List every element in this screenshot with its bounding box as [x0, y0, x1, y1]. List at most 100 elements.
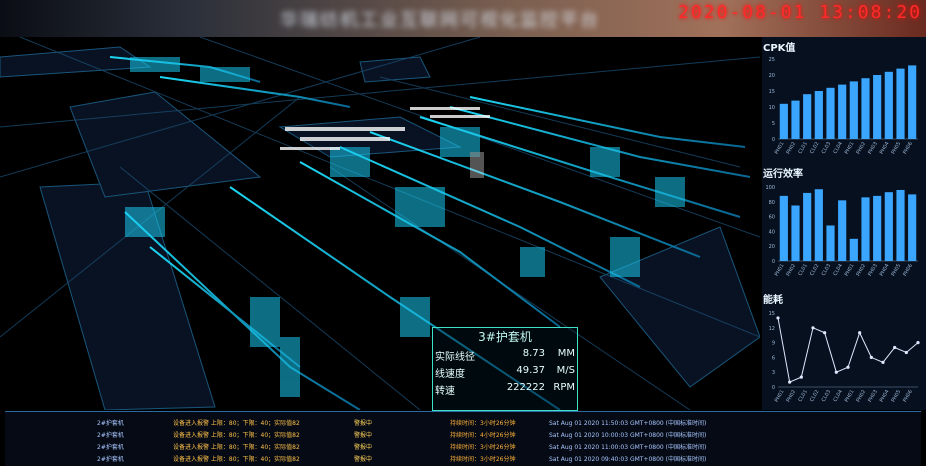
x-tick-label: PH01 [774, 141, 786, 155]
alarm-row[interactable]: 2#护套机 设备进入报警 上限：80；下限：40；实际值82 警报中 持续时间：… [5, 430, 921, 442]
alarm-duration: 持续时间：3小时26分钟 [450, 420, 516, 427]
bar [803, 94, 812, 139]
y-tick-label: 40 [769, 229, 775, 235]
efficiency-chart-title: 运行效率 [763, 169, 803, 180]
data-point [904, 350, 908, 355]
popup-unit: MM [557, 348, 575, 359]
x-tick-label: CL03 [821, 263, 833, 277]
x-tick-label: PH02 [785, 263, 797, 277]
alarm-status: 警报中 [354, 456, 373, 463]
y-tick-label: 25 [769, 57, 775, 63]
popup-label: 线速度 [435, 369, 465, 380]
alarm-status: 警报中 [354, 420, 373, 427]
popup-row-line-speed: 线速度 49.37 M/S [435, 365, 575, 380]
bar [849, 81, 858, 139]
y-tick-label: 6 [772, 355, 775, 361]
alarm-device: 2#护套机 [97, 444, 124, 451]
y-tick-label: 60 [769, 215, 775, 221]
alarm-message: 设备进入报警 上限：80；下限：40；实际值82 [173, 444, 300, 451]
bar [884, 192, 893, 261]
x-tick-label: PH03 [867, 389, 879, 403]
alarm-duration: 持续时间：3小时26分钟 [450, 456, 516, 463]
bar [861, 78, 870, 139]
y-tick-label: 15 [769, 89, 775, 95]
bar [791, 100, 800, 139]
x-tick-label: PH02 [785, 389, 797, 403]
bar [908, 65, 917, 139]
stats-panel: CPK值 0 5 10 15 20 25 PH01 PH02 CL01 CL02 CL03 CL04 P… [762, 37, 926, 410]
x-tick-label: CL04 [832, 389, 844, 403]
x-tick-label: PH06 [902, 389, 914, 403]
x-tick-label: CL01 [797, 389, 809, 403]
bar [908, 194, 917, 261]
bar [873, 75, 882, 139]
alarm-time: Sat Aug 01 2020 10:00:03 GMT+0800 (中国标准时… [549, 432, 707, 439]
bar [803, 192, 812, 261]
bar [826, 225, 835, 261]
alarm-duration: 持续时间：3小时26分钟 [450, 444, 516, 451]
alarm-device: 2#护套机 [97, 456, 124, 463]
data-point [881, 360, 885, 364]
popup-label: 实际线径 [435, 352, 475, 363]
bar [861, 197, 870, 261]
popup-row-wire-diameter: 实际线径 8.73 MM [435, 348, 575, 363]
y-tick-label: 0 [772, 259, 775, 265]
cpk-bar-chart: 0510152025PH01 PH02 CL01 CL02 CL03 CL04 PH01 PH… [769, 57, 918, 155]
alarm-device: 2#护套机 [97, 420, 124, 427]
data-point [869, 355, 873, 359]
alarm-device: 2#护套机 [97, 432, 124, 439]
bar [779, 195, 788, 261]
y-tick-label: 0 [772, 385, 775, 391]
bar [826, 87, 835, 139]
data-point [776, 316, 780, 320]
alarm-row[interactable]: 2#护套机 设备进入报警 上限：80；下限：40；实际值82 警报中 持续时间：… [5, 418, 921, 430]
popup-value: 8.73 [522, 348, 545, 359]
x-tick-label: CL01 [797, 263, 809, 277]
bar [849, 238, 858, 261]
alarm-time: Sat Aug 01 2020 11:00:03 GMT+0800 (中国标准时… [549, 444, 707, 451]
data-point [811, 326, 815, 330]
popup-value: 222222 [506, 382, 545, 393]
data-point [858, 331, 862, 335]
y-tick-label: 3 [772, 370, 775, 376]
bar [838, 84, 847, 139]
x-tick-label: PH04 [879, 389, 891, 403]
factory-3d-scene[interactable] [0, 37, 760, 410]
y-tick-label: 9 [772, 341, 775, 347]
x-tick-label: CL02 [809, 141, 821, 155]
energy-line-chart: 03691215PH01 PH02 CL01 CL02 CL03 CL04 PH01 PH02… [769, 311, 920, 403]
alarm-status: 警报中 [354, 444, 373, 451]
bar [838, 200, 847, 261]
x-tick-label: PH02 [855, 263, 867, 277]
x-tick-label: CL04 [832, 141, 844, 155]
factory-wireframe [0, 37, 760, 410]
data-point [834, 370, 838, 374]
x-tick-label: PH02 [785, 141, 797, 155]
machine-info-popup[interactable]: 3#护套机 实际线径 8.73 MM 线速度 49.37 M/S 转速 2222… [432, 327, 578, 411]
x-tick-label: PH03 [867, 263, 879, 277]
x-tick-label: PH01 [844, 389, 856, 403]
bar [896, 68, 905, 139]
bar [884, 71, 893, 139]
y-tick-label: 15 [769, 311, 775, 317]
data-point [799, 375, 803, 379]
x-tick-label: PH05 [890, 263, 902, 277]
x-tick-label: CL03 [821, 389, 833, 403]
alarm-row[interactable]: 2#护套机 设备进入报警 上限：80；下限：40；实际值82 警报中 持续时间：… [5, 454, 921, 466]
y-tick-label: 80 [769, 200, 775, 206]
datetime-clock: 2020-08-01 13:08:20 [678, 2, 922, 23]
alarm-status: 警报中 [354, 432, 373, 439]
alarm-message: 设备进入报警 上限：80；下限：40；实际值82 [173, 456, 300, 463]
alarm-message: 设备进入报警 上限：80；下限：40；实际值82 [173, 432, 300, 439]
y-tick-label: 5 [772, 121, 775, 127]
popup-title: 3#护套机 [478, 330, 532, 344]
x-tick-label: PH06 [902, 263, 914, 277]
popup-label: 转速 [435, 386, 455, 397]
popup-unit: RPM [553, 382, 575, 393]
alarm-duration: 持续时间：4小时26分钟 [450, 432, 516, 439]
x-tick-label: PH05 [890, 389, 902, 403]
x-tick-label: CL02 [809, 389, 821, 403]
x-tick-label: PH05 [890, 141, 902, 155]
energy-chart-title: 能耗 [763, 295, 783, 306]
alarm-row[interactable]: 2#护套机 设备进入报警 上限：80；下限：40；实际值82 警报中 持续时间：… [5, 442, 921, 454]
